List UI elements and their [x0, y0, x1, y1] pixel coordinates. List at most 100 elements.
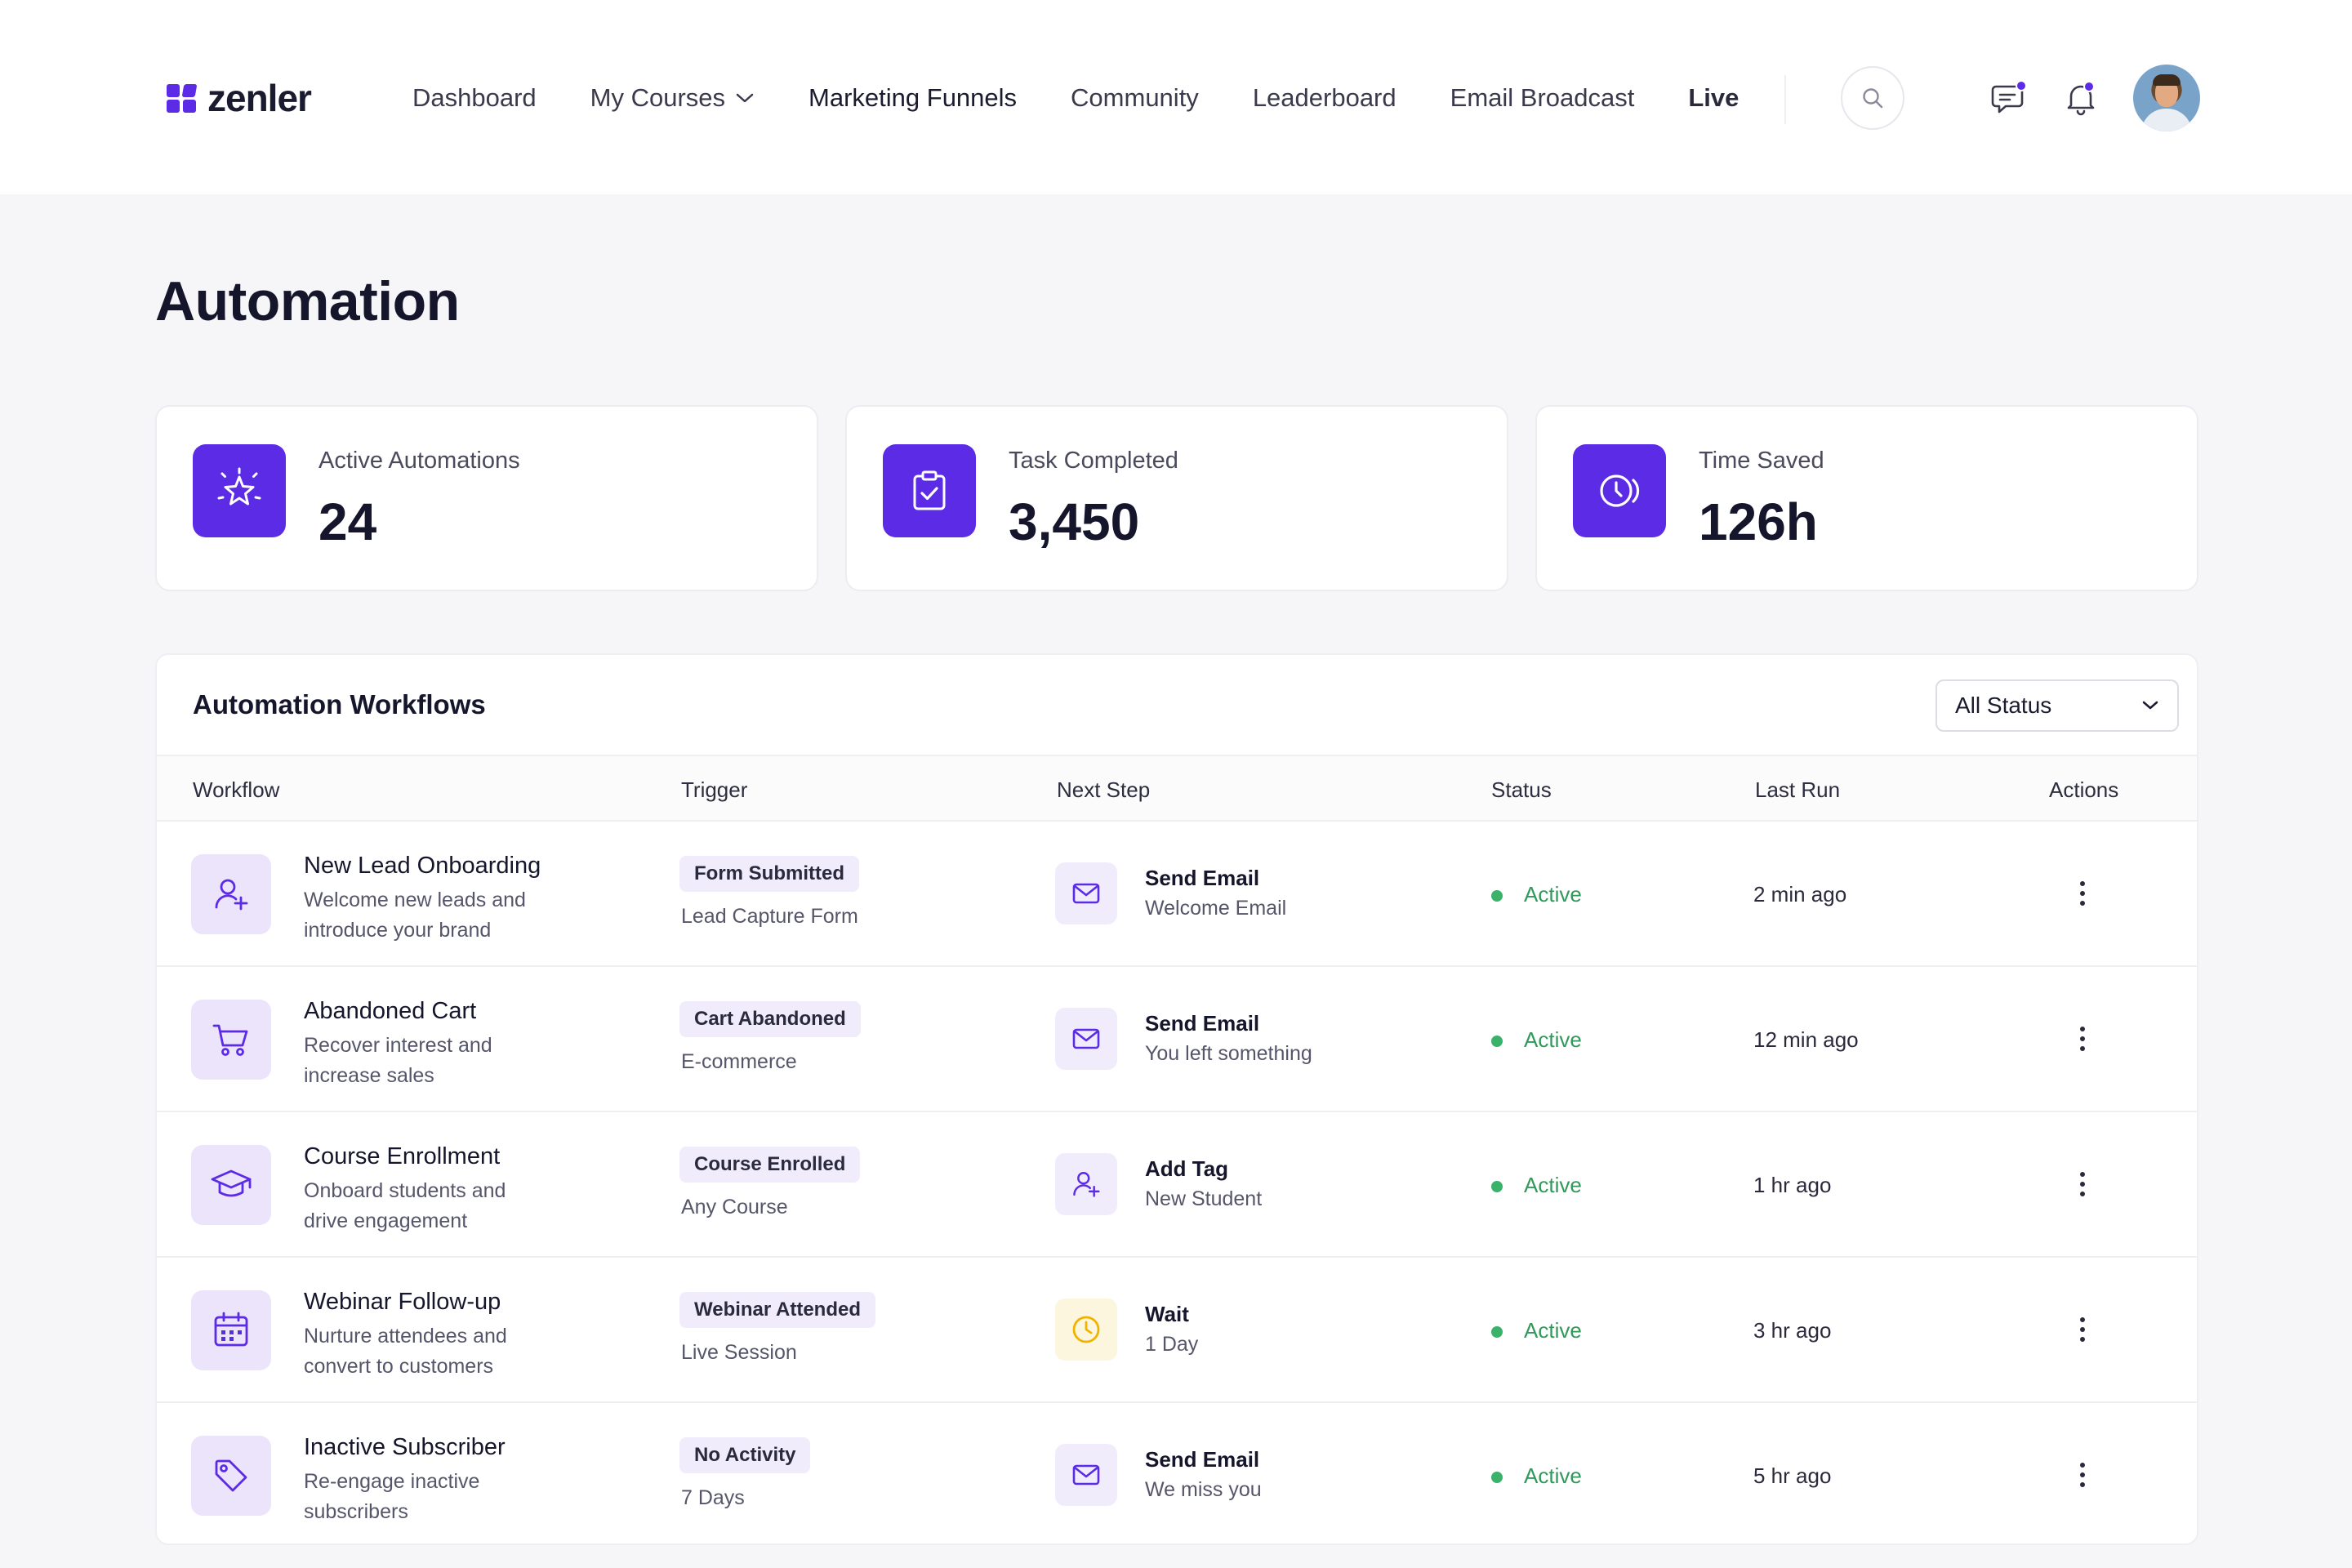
row-actions-button[interactable] [2063, 874, 2102, 913]
notifications-button[interactable] [2061, 78, 2100, 118]
status-text: Active [1524, 1463, 1582, 1488]
workflow-name[interactable]: New Lead Onboarding [304, 853, 541, 880]
workflow-name[interactable]: Webinar Follow-up [304, 1289, 501, 1316]
next-step-icon-box [1055, 1298, 1117, 1361]
status-dot [1491, 1472, 1503, 1483]
workflow-description: Re-engage inactive subscribers [304, 1470, 480, 1523]
next-step-detail: We miss you [1145, 1478, 1262, 1501]
zenler-logo[interactable]: zenler [167, 75, 312, 121]
workflow-name[interactable]: Abandoned Cart [304, 998, 476, 1025]
next-step-name: Send Email [1145, 1447, 1260, 1472]
calendar-icon [214, 1312, 248, 1347]
stat-label: Active Automations [318, 448, 520, 474]
status-filter-select[interactable]: All Status [1936, 679, 2179, 732]
user-plus-icon [215, 879, 248, 911]
more-vertical-icon [2080, 1317, 2085, 1342]
next-step-name: Wait [1145, 1302, 1189, 1326]
status-text: Active [1524, 1318, 1582, 1343]
next-step-detail: 1 Day [1145, 1333, 1199, 1356]
top-header: zenler Dashboard My Courses Marketing Fu… [0, 0, 2352, 194]
workflow-icon-box [191, 1290, 271, 1370]
user-plus-icon [1073, 1172, 1100, 1197]
chevron-down-icon [736, 93, 754, 103]
stat-icon-box [1573, 444, 1666, 537]
nav-email-broadcast[interactable]: Email Broadcast [1450, 83, 1635, 113]
more-vertical-icon [2080, 1027, 2085, 1051]
table-row[interactable]: Course Enrollment Onboard students and d… [157, 1112, 2197, 1258]
column-header-workflow: Workflow [193, 777, 280, 802]
status-dot [1491, 890, 1503, 902]
main-nav: Dashboard My Courses Marketing Funnels C… [412, 75, 1739, 121]
nav-leaderboard[interactable]: Leaderboard [1253, 83, 1396, 113]
table-row[interactable]: Inactive Subscriber Re-engage inactive s… [157, 1403, 2197, 1544]
row-actions-button[interactable] [2063, 1019, 2102, 1058]
status-dot [1491, 1036, 1503, 1047]
graduation-cap-icon [211, 1169, 252, 1197]
row-actions-button[interactable] [2063, 1165, 2102, 1204]
nav-marketing-funnels[interactable]: Marketing Funnels [808, 83, 1017, 113]
logo-mark-icon [167, 82, 198, 114]
last-run: 5 hr ago [1753, 1463, 1832, 1488]
workflow-name[interactable]: Course Enrollment [304, 1143, 500, 1170]
last-run: 3 hr ago [1753, 1318, 1832, 1343]
more-vertical-icon [2080, 1463, 2085, 1487]
trigger-source: Live Session [681, 1341, 797, 1364]
cart-icon [212, 1024, 248, 1056]
row-actions-button[interactable] [2063, 1310, 2102, 1349]
stat-value: 3,450 [1009, 492, 1140, 551]
stat-value: 24 [318, 492, 377, 551]
next-step-detail: Welcome Email [1145, 897, 1287, 920]
next-step-name: Send Email [1145, 866, 1260, 890]
status-text: Active [1524, 1173, 1582, 1197]
status-dot [1491, 1181, 1503, 1192]
user-avatar[interactable] [2133, 65, 2200, 131]
stat-icon-box [883, 444, 976, 537]
trigger-source: Lead Capture Form [681, 905, 858, 928]
trigger-badge: Form Submitted [679, 856, 859, 892]
workflow-name[interactable]: Inactive Subscriber [304, 1434, 506, 1461]
status-filter-value: All Status [1955, 693, 2052, 718]
status-dot [1491, 1326, 1503, 1338]
next-step-name: Add Tag [1145, 1156, 1229, 1181]
nav-dashboard[interactable]: Dashboard [412, 83, 537, 113]
mail-icon [1072, 1028, 1100, 1049]
stat-card-task-completed: Task Completed 3,450 [845, 405, 1508, 591]
mail-icon [1072, 1464, 1100, 1486]
stat-value: 126h [1699, 492, 1818, 551]
search-button[interactable] [1841, 66, 1904, 130]
sparkle-star-icon [217, 467, 261, 506]
column-header-next-step: Next Step [1057, 777, 1151, 802]
column-header-last-run: Last Run [1755, 777, 1841, 802]
next-step-icon-box [1055, 1444, 1117, 1506]
column-header-status: Status [1491, 777, 1552, 802]
brand-name: zenler [207, 77, 312, 119]
chevron-down-icon [2142, 701, 2158, 710]
nav-community[interactable]: Community [1071, 83, 1199, 113]
table-row[interactable]: Abandoned Cart Recover interest and incr… [157, 967, 2197, 1112]
nav-my-courses[interactable]: My Courses [590, 83, 755, 113]
trigger-badge: No Activity [679, 1437, 811, 1473]
chat-icon [1991, 80, 2027, 114]
more-vertical-icon [2080, 881, 2085, 906]
avatar-body [2141, 109, 2192, 131]
last-run: 1 hr ago [1753, 1173, 1832, 1197]
workflow-description: Welcome new leads and introduce your bra… [304, 889, 526, 942]
nav-live[interactable]: Live [1688, 83, 1739, 113]
row-actions-button[interactable] [2063, 1455, 2102, 1494]
workflow-description: Onboard students and drive engagement [304, 1179, 506, 1232]
stat-card-time-saved: Time Saved 126h [1535, 405, 2198, 591]
trigger-source: E-commerce [681, 1050, 797, 1073]
more-vertical-icon [2080, 1172, 2085, 1196]
stat-label: Task Completed [1009, 448, 1178, 474]
messages-button[interactable] [1989, 78, 2029, 118]
next-step-icon-box [1055, 862, 1117, 924]
panel-title: Automation Workflows [193, 689, 486, 719]
table-header: Workflow Trigger Next Step Status Last R… [157, 755, 2197, 822]
workflow-icon-box [191, 854, 271, 934]
table-row[interactable]: Webinar Follow-up Nurture attendees and … [157, 1258, 2197, 1403]
table-row[interactable]: New Lead Onboarding Welcome new leads an… [157, 822, 2197, 967]
status-text: Active [1524, 882, 1582, 906]
workflow-description: Nurture attendees and convert to custome… [304, 1325, 507, 1378]
last-run: 12 min ago [1753, 1027, 1859, 1052]
next-step-icon-box [1055, 1153, 1117, 1215]
